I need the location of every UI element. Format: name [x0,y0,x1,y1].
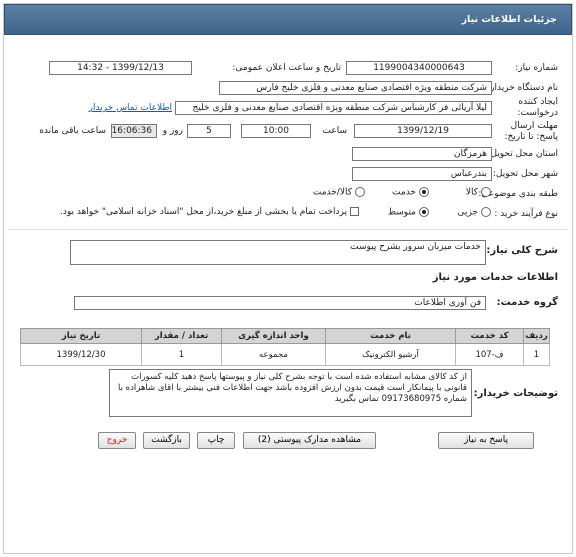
summary-label: شرح کلی نیاز: [486,245,558,256]
exit-button[interactable]: خروج [98,432,136,449]
radio-icon[interactable] [481,207,491,217]
summary-field: خدمات میزبان سرور بشرح پیوست [70,240,486,265]
cell-unit: مجموعه [221,343,326,366]
cell-service-name: آرشیو الکترونیک [325,343,456,366]
col-header-need-date: تاریخ نیاز [20,328,142,344]
category-option-service[interactable]: خدمت [392,187,429,198]
deadline-time-label: ساعت [322,126,348,136]
print-button[interactable]: چاپ [197,432,235,449]
buyer-org-label: نام دستگاه خریدار: [487,83,558,93]
cell-row-number: 1 [523,343,550,366]
buyer-org-field: شرکت منطقه ویژه اقتصادی صنایع معدنی و فل… [219,81,492,95]
process-option-medium[interactable]: متوسط [388,207,429,218]
divider [8,229,568,230]
requester-field: لیلا آریائی فر کارشناس شرکت منطقه ویژه ا… [175,101,492,115]
items-table: ردیف کد خدمت نام خدمت واحد اندازه گیری ت… [20,328,550,366]
checkbox-icon[interactable] [350,207,359,216]
col-header-row-number: ردیف [523,328,550,344]
city-field: بندرعباس [352,167,492,181]
remaining-time-field: 16:06:36 [111,124,157,138]
city-label: شهر محل تحویل: [492,169,558,179]
cell-service-code: ف-107 [455,343,524,366]
services-section-title: اطلاعات خدمات مورد نیاز [432,272,558,283]
radio-icon[interactable] [481,187,491,197]
process-type-label: نوع فرآیند خرید : [494,209,558,219]
days-field: 5 [187,124,231,138]
description-label: توضیحات خریدار: [473,388,558,399]
deadline-label: مهلت ارسال پاسخ: تا تاریخ: [504,121,558,142]
cell-quantity: 1 [141,343,222,366]
description-field: از کد کالای مشابه استفاده شده است با توج… [109,369,472,417]
province-field: هرمزگان [352,147,492,161]
view-attachments-button[interactable]: مشاهده مدارک پیوستی (2) [243,432,376,449]
days-label: روز و [162,126,183,136]
province-label: استان محل تحویل: [487,149,558,159]
col-header-unit: واحد اندازه گیری [221,328,326,344]
radio-icon[interactable] [355,187,365,197]
service-group-field: فن آوری اطلاعات [74,296,486,310]
back-button[interactable]: بازگشت [143,432,190,449]
need-number-label: شماره نیاز: [515,63,558,73]
process-option-minor[interactable]: جزیی [457,207,491,218]
deadline-time-field: 10:00 [241,124,311,138]
cell-need-date: 1399/12/30 [20,343,142,366]
table-header-row: ردیف کد خدمت نام خدمت واحد اندازه گیری ت… [20,328,550,344]
col-header-service-name: نام خدمت [325,328,456,344]
requester-label: ایجاد کننده درخواست: [517,97,558,118]
page-title: جزئیات اطلاعات نیاز [461,14,557,25]
need-number-field: 1199004340000643 [346,61,492,75]
header-bar: جزئیات اطلاعات نیاز [4,4,572,35]
announce-datetime-field: 1399/12/13 - 14:32 [49,61,192,75]
radio-selected-icon[interactable] [419,207,429,217]
table-row: 1 ف-107 آرشیو الکترونیک مجموعه 1 1399/12… [20,343,550,366]
col-header-quantity: تعداد / مقدار [141,328,222,344]
col-header-service-code: کد خدمت [455,328,524,344]
radio-selected-icon[interactable] [419,187,429,197]
announce-datetime-label: تاریخ و ساعت اعلان عمومی: [232,63,341,73]
reply-button[interactable]: پاسخ به نیاز [438,432,534,449]
service-group-label: گروه خدمت: [496,297,558,308]
remaining-time-label: ساعت باقی مانده [39,126,106,136]
category-option-goods-service[interactable]: کالا/خدمت [313,187,365,198]
treasury-option[interactable]: پرداخت تمام یا بخشی از مبلغ خرید،از محل … [60,207,359,217]
category-option-goods[interactable]: کالا [466,187,491,198]
buyer-contact-link[interactable]: اطلاعات تماس خریدار [89,103,172,113]
deadline-date-field: 1399/12/19 [354,124,492,138]
